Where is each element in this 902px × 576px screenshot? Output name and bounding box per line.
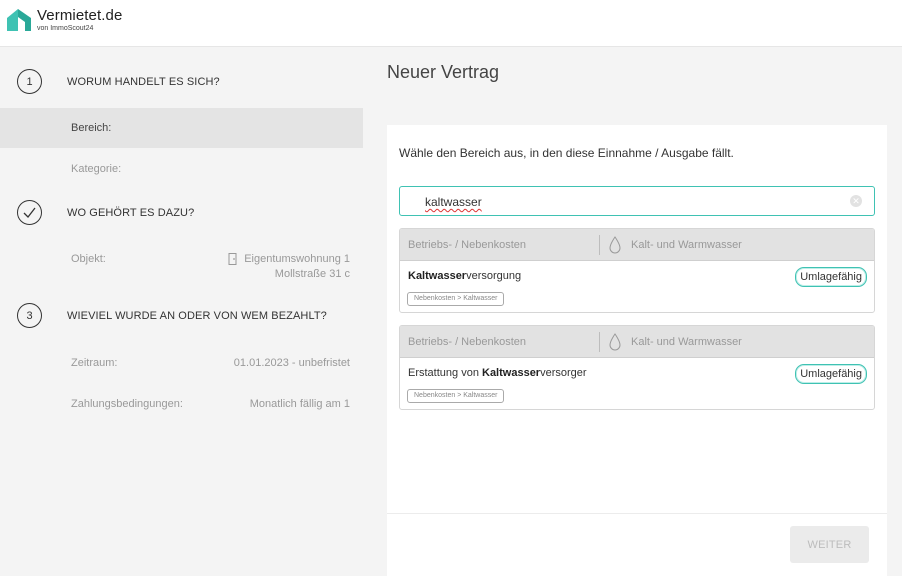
top-bar: Vermietet.de von ImmoScout24 <box>0 0 902 47</box>
result-category: Betriebs- / Nebenkosten <box>408 239 527 251</box>
divider <box>599 235 600 255</box>
brand-name[interactable]: Vermietet.de <box>37 7 122 24</box>
door-icon <box>228 253 237 265</box>
result-header: Betriebs- / Nebenkosten Kalt- und Warmwa… <box>400 229 874 261</box>
category-path-chip: Nebenkosten > Kaltwasser <box>407 292 505 306</box>
selection-card: Wähle den Bereich aus, in den diese Einn… <box>387 125 887 576</box>
result-title: Erstattung von Kaltwasserversorger <box>408 367 587 379</box>
steps-sidebar: 1 WORUM HANDELT ES SICH? Bereich: Katego… <box>0 47 363 576</box>
clear-icon[interactable]: ✕ <box>850 195 862 207</box>
step-title: WO GEHÖRT ES DAZU? <box>67 207 195 219</box>
instruction-text: Wähle den Bereich aus, in den diese Einn… <box>399 146 734 160</box>
result-category: Betriebs- / Nebenkosten <box>408 336 527 348</box>
search-value[interactable]: kaltwasser <box>425 195 482 209</box>
umlagefaehig-badge: Umlagefähig <box>795 267 867 287</box>
result-header: Betriebs- / Nebenkosten Kalt- und Warmwa… <box>400 326 874 358</box>
page-title: Neuer Vertrag <box>387 62 500 82</box>
zahlungsbedingungen-label: Zahlungsbedingungen: <box>71 398 183 410</box>
sidebar-row-kategorie[interactable]: Kategorie: <box>0 148 363 188</box>
footer-divider <box>387 513 887 514</box>
title-highlight: Kaltwasser <box>408 270 467 282</box>
objekt-label: Objekt: <box>71 253 106 265</box>
step-title: WIEVIEL WURDE AN ODER VON WEM BEZAHLT? <box>67 310 327 322</box>
sidebar-row-zahlungsbedingungen[interactable]: Zahlungsbedingungen: Monatlich fällig am… <box>0 388 363 428</box>
kategorie-label: Kategorie: <box>71 163 122 175</box>
search-input[interactable]: kaltwasser ✕ <box>399 186 875 216</box>
house-logo-icon[interactable] <box>6 7 32 33</box>
sidebar-row-bereich[interactable]: Bereich: <box>0 108 363 148</box>
umlagefaehig-badge: Umlagefähig <box>795 364 867 384</box>
result-subcategory: Kalt- und Warmwasser <box>631 336 742 348</box>
step-number-badge: 3 <box>17 303 42 328</box>
zeitraum-label: Zeitraum: <box>71 357 118 369</box>
brand-subtitle: von ImmoScout24 <box>37 25 94 32</box>
step-title: WORUM HANDELT ES SICH? <box>67 76 220 88</box>
zahlungsbedingungen-value: Monatlich fällig am 1 <box>249 398 350 410</box>
title-suffix: versorgung <box>466 270 522 282</box>
bereich-label: Bereich: <box>71 122 112 134</box>
result-item[interactable]: Betriebs- / Nebenkosten Kalt- und Warmwa… <box>399 325 875 410</box>
next-button[interactable]: WEITER <box>790 526 869 563</box>
sidebar-row-zeitraum[interactable]: Zeitraum: 01.01.2023 - unbefristet <box>0 347 363 387</box>
result-title: Kaltwasserversorgung <box>408 270 521 282</box>
result-item[interactable]: Betriebs- / Nebenkosten Kalt- und Warmwa… <box>399 228 875 313</box>
water-drop-icon <box>609 236 621 254</box>
result-subcategory: Kalt- und Warmwasser <box>631 239 742 251</box>
zeitraum-value: 01.01.2023 - unbefristet <box>233 357 350 369</box>
check-icon <box>17 200 42 225</box>
objekt-value-line1: Eigentumswohnung 1 <box>244 253 350 265</box>
water-drop-icon <box>609 333 621 351</box>
objekt-value-line2: Mollstraße 31 c <box>274 268 350 280</box>
title-prefix: Erstattung von <box>408 367 482 379</box>
step-number-badge: 1 <box>17 69 42 94</box>
title-highlight: Kaltwasser <box>482 367 541 379</box>
divider <box>599 332 600 352</box>
sidebar-row-objekt[interactable]: Objekt: Eigentumswohnung 1 Mollstraße 31… <box>0 247 363 291</box>
title-suffix: versorger <box>540 367 587 379</box>
category-path-chip: Nebenkosten > Kaltwasser <box>407 389 505 403</box>
